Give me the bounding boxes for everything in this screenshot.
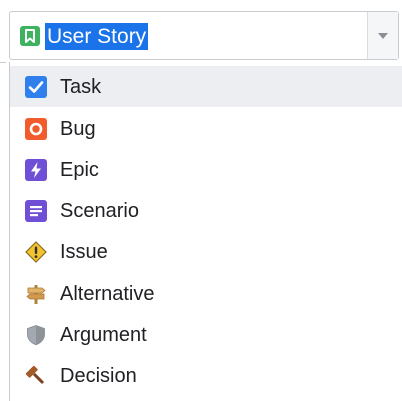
- option-scenario[interactable]: Scenario: [10, 190, 402, 231]
- option-bug[interactable]: Bug: [10, 108, 402, 149]
- option-epic[interactable]: Epic: [10, 149, 402, 190]
- signpost-icon: [25, 283, 47, 305]
- issue-type-select[interactable]: User Story: [9, 11, 399, 60]
- document-icon: [25, 200, 47, 222]
- option-label: Decision: [60, 365, 137, 387]
- checkbox-icon: [25, 76, 47, 98]
- option-label: Scenario: [60, 200, 139, 222]
- option-issue[interactable]: Issue: [10, 231, 402, 272]
- lightning-icon: [25, 159, 47, 181]
- gavel-icon: [25, 365, 47, 387]
- chevron-down-icon: [378, 33, 388, 39]
- dropdown-list: Task Bug Epic Scenario Issue Alternative…: [9, 62, 402, 401]
- option-label: Alternative: [60, 283, 155, 305]
- option-label: Bug: [60, 118, 96, 140]
- dropdown-toggle-button[interactable]: [367, 12, 398, 59]
- option-label: Issue: [60, 241, 108, 263]
- bug-icon: [25, 118, 47, 140]
- option-task[interactable]: Task: [10, 66, 402, 107]
- option-label: Epic: [60, 159, 99, 181]
- shield-icon: [25, 324, 47, 346]
- left-edge-divider: [0, 62, 6, 63]
- option-alternative[interactable]: Alternative: [10, 273, 402, 314]
- bookmark-icon: [20, 26, 40, 46]
- option-argument[interactable]: Argument: [10, 314, 402, 355]
- option-decision[interactable]: Decision: [10, 355, 402, 396]
- option-label: Task: [60, 76, 102, 98]
- selected-value: User Story: [45, 23, 149, 50]
- option-label: Argument: [60, 324, 147, 346]
- warning-icon: [25, 241, 47, 263]
